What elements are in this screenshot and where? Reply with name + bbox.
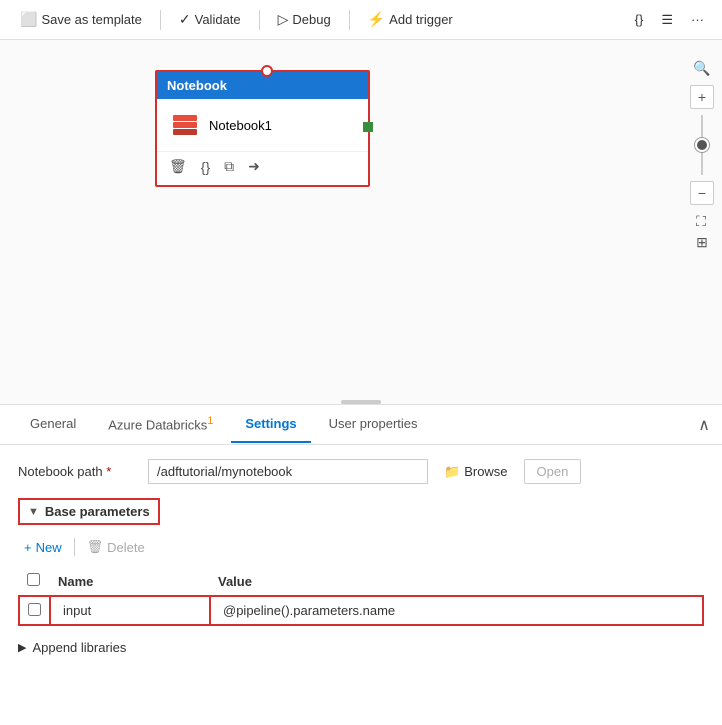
fit-all-icon[interactable]: ⊞ xyxy=(696,234,708,251)
tab-azure-databricks-label: Azure Databricks xyxy=(108,417,207,432)
tab-azure-databricks[interactable]: Azure Databricks1 xyxy=(94,405,227,444)
param-name-input[interactable] xyxy=(59,601,201,620)
append-libraries-section[interactable]: ▶ Append libraries xyxy=(18,640,704,655)
node-title: Notebook xyxy=(167,78,227,93)
save-icon: ⬜ xyxy=(20,11,37,28)
tab-general[interactable]: General xyxy=(16,406,90,443)
azure-databricks-badge: 1 xyxy=(207,415,213,427)
checkbox-col-header xyxy=(19,569,50,596)
append-libraries-label: Append libraries xyxy=(32,640,126,655)
save-template-button[interactable]: ⬜ Save as template xyxy=(12,7,150,32)
param-row xyxy=(19,596,703,625)
notebook-icon xyxy=(169,109,201,141)
delete-icon: 🗑 xyxy=(87,539,104,555)
zoom-in-button[interactable]: + xyxy=(690,85,714,109)
params-actions: + New 🗑 Delete xyxy=(18,535,704,559)
save-template-label: Save as template xyxy=(41,12,141,27)
params-table-header: Name Value xyxy=(19,569,703,596)
validate-label: Validate xyxy=(195,12,241,27)
actions-separator xyxy=(74,538,75,556)
settings-content: Notebook path * 📁 Browse Open ▼ Base par… xyxy=(0,445,722,669)
tab-settings-label: Settings xyxy=(245,416,296,431)
validate-button[interactable]: ✓ Validate xyxy=(171,7,249,32)
debug-label: Debug xyxy=(292,12,330,27)
node-status-dot xyxy=(363,122,373,132)
browse-icon: 📁 xyxy=(444,464,460,480)
tabs: General Azure Databricks1 Settings User … xyxy=(0,405,722,445)
browse-label: Browse xyxy=(464,464,507,479)
validate-icon: ✓ xyxy=(179,11,191,28)
node-connection-dot xyxy=(261,65,273,77)
search-icon[interactable]: 🔍 xyxy=(693,60,710,77)
node-name: Notebook1 xyxy=(209,118,272,133)
resize-handle[interactable] xyxy=(341,400,381,404)
arrow-action-icon[interactable]: ➜ xyxy=(248,158,260,175)
trigger-icon: ⚡ xyxy=(368,11,385,28)
zoom-slider-thumb[interactable] xyxy=(695,138,709,152)
zoom-slider-track xyxy=(701,115,703,175)
separator-1 xyxy=(160,10,161,30)
fit-screen-icon[interactable]: ⛶ xyxy=(696,213,708,230)
code-action-icon[interactable]: {} xyxy=(201,159,210,175)
section-chevron-icon: ▼ xyxy=(28,506,39,518)
toolbar: ⬜ Save as template ✓ Validate ▷ Debug ⚡ … xyxy=(0,0,722,40)
param-value-cell xyxy=(210,596,703,625)
delete-param-button[interactable]: 🗑 Delete xyxy=(81,535,151,559)
notebook-path-row: Notebook path * 📁 Browse Open xyxy=(18,459,704,484)
new-label: New xyxy=(36,540,62,555)
debug-button[interactable]: ▷ Debug xyxy=(270,7,339,32)
separator-2 xyxy=(259,10,260,30)
new-param-button[interactable]: + New xyxy=(18,536,68,559)
plus-icon: + xyxy=(24,540,32,555)
monitor-button[interactable]: ☰ xyxy=(655,8,679,32)
notebook-path-input[interactable] xyxy=(148,459,428,484)
browse-button[interactable]: 📁 Browse xyxy=(438,460,514,484)
separator-3 xyxy=(349,10,350,30)
params-table: Name Value xyxy=(18,569,704,626)
open-button[interactable]: Open xyxy=(524,459,582,484)
zoom-controls: 🔍 + − ⛶ ⊞ xyxy=(690,60,714,251)
param-checkbox[interactable] xyxy=(28,603,41,616)
base-parameters-label: Base parameters xyxy=(45,504,150,519)
fit-icons: ⛶ ⊞ xyxy=(696,213,708,251)
base-parameters-section: ▼ Base parameters xyxy=(18,498,160,525)
notebook-node-header: Notebook xyxy=(157,72,368,99)
canvas-area: Notebook Notebook1 🗑 {} ⧉ ➜ 🔍 + − xyxy=(0,40,722,405)
more-button[interactable]: ··· xyxy=(685,8,710,31)
notebook-node-body: Notebook1 xyxy=(157,99,368,151)
notebook-path-label: Notebook path * xyxy=(18,464,138,479)
debug-icon: ▷ xyxy=(278,11,289,28)
param-value-input[interactable] xyxy=(219,601,694,620)
param-checkbox-cell xyxy=(19,596,50,625)
notebook-node-actions: 🗑 {} ⧉ ➜ xyxy=(157,151,368,185)
add-trigger-label: Add trigger xyxy=(389,12,453,27)
param-name-cell xyxy=(50,596,210,625)
value-col-header: Value xyxy=(210,569,703,596)
tabs-collapse-icon[interactable]: ∧ xyxy=(698,415,710,435)
required-marker: * xyxy=(106,464,111,479)
delete-action-icon[interactable]: 🗑 xyxy=(169,158,187,175)
select-all-checkbox[interactable] xyxy=(27,573,40,586)
code-button[interactable]: {} xyxy=(629,8,650,31)
copy-action-icon[interactable]: ⧉ xyxy=(224,158,234,175)
open-label: Open xyxy=(537,464,569,479)
tab-user-properties[interactable]: User properties xyxy=(315,406,432,443)
append-chevron-icon: ▶ xyxy=(18,641,26,654)
bottom-panel: General Azure Databricks1 Settings User … xyxy=(0,405,722,669)
tab-settings[interactable]: Settings xyxy=(231,406,310,443)
monitor-icon: ☰ xyxy=(661,12,673,28)
notebook-node[interactable]: Notebook Notebook1 🗑 {} ⧉ ➜ xyxy=(155,70,370,187)
tab-user-properties-label: User properties xyxy=(329,416,418,431)
name-col-header: Name xyxy=(50,569,210,596)
zoom-out-button[interactable]: − xyxy=(690,181,714,205)
delete-label: Delete xyxy=(107,540,145,555)
add-trigger-button[interactable]: ⚡ Add trigger xyxy=(360,7,461,32)
tab-general-label: General xyxy=(30,416,76,431)
